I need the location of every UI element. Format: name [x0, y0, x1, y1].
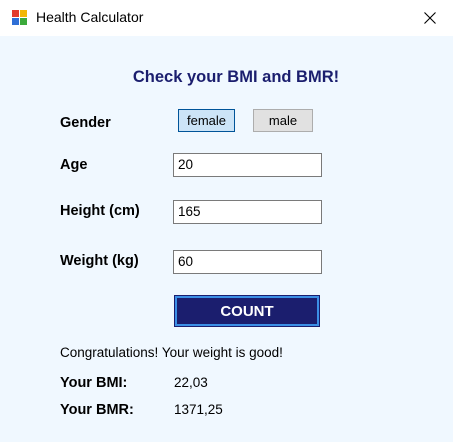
height-input[interactable]: 165 [173, 200, 322, 224]
close-icon [424, 12, 436, 24]
window-title: Health Calculator [36, 9, 144, 25]
app-icon [12, 10, 27, 25]
age-input[interactable]: 20 [173, 153, 322, 177]
age-label: Age [60, 157, 88, 173]
close-button[interactable] [407, 0, 453, 36]
result-message: Congratulations! Your weight is good! [60, 345, 283, 360]
bmr-label: Your BMR: [60, 402, 134, 418]
bmr-value: 1371,25 [174, 402, 223, 417]
count-button[interactable]: COUNT [174, 295, 320, 327]
female-button[interactable]: female [178, 109, 235, 132]
gender-label: Gender [60, 115, 111, 131]
height-label: Height (cm) [60, 203, 140, 219]
weight-label: Weight (kg) [60, 253, 139, 269]
weight-input[interactable]: 60 [173, 250, 322, 274]
male-button[interactable]: male [253, 109, 313, 132]
bmi-label: Your BMI: [60, 375, 128, 391]
title-bar: Health Calculator [0, 0, 453, 36]
page-heading: Check your BMI and BMR! [132, 68, 340, 86]
bmi-value: 22,03 [174, 375, 208, 390]
